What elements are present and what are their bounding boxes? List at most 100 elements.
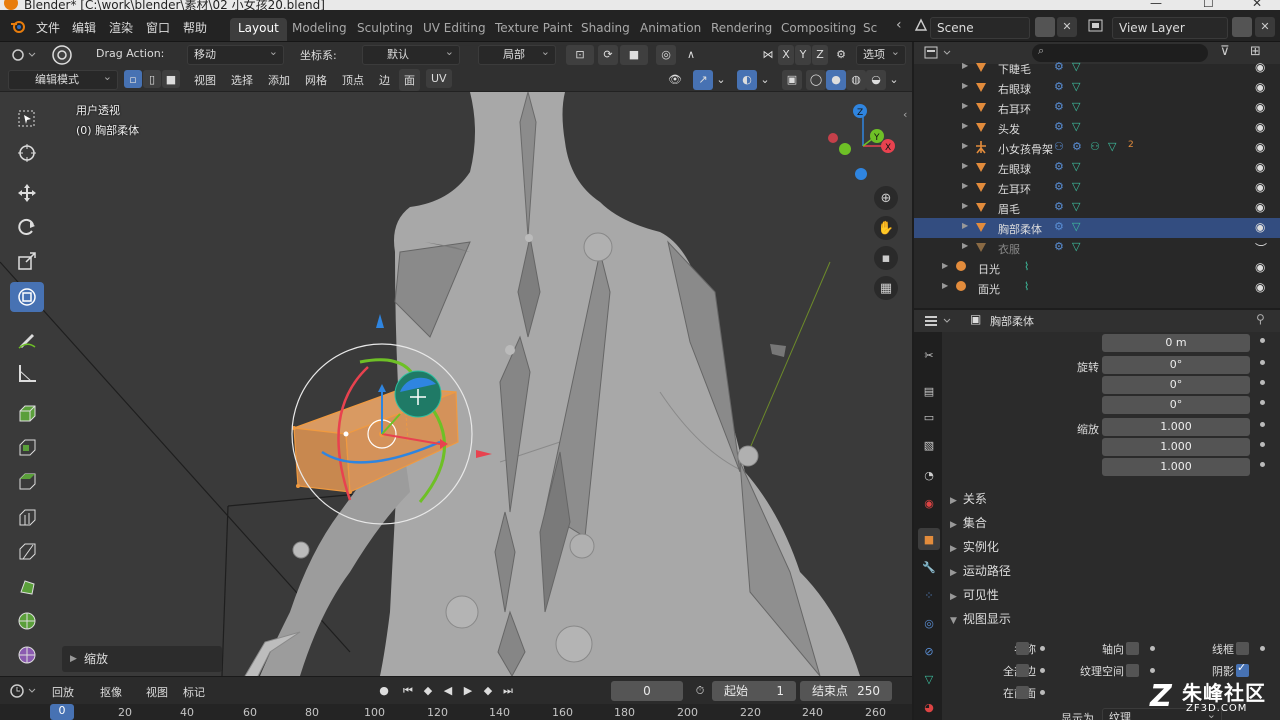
zoom-icon[interactable]: ⊕ (874, 186, 898, 210)
keyframe-dot[interactable] (1260, 422, 1265, 427)
tool-knife[interactable] (10, 536, 44, 566)
modifier-icon[interactable]: ⚙ (1054, 80, 1064, 93)
mesh-data-icon[interactable]: ▽ (1072, 180, 1080, 193)
panel-motion-paths[interactable]: ▶ 运动路径 (950, 562, 1276, 584)
armature-data-icon[interactable]: ⚇ (1054, 140, 1064, 153)
outliner-row[interactable]: ▶ 左耳环 ⚙ ▽ ◉ (914, 178, 1280, 198)
modifier-icon[interactable]: ⚙ (1054, 60, 1064, 73)
outliner-row[interactable]: ▶ 头发 ⚙ ▽ ◉ (914, 118, 1280, 138)
tool-spin[interactable] (10, 606, 44, 636)
outliner-row[interactable]: ▶ 面光 ⌇ ◉ (914, 278, 1280, 298)
rotation-x-field[interactable]: 0° (1102, 356, 1250, 374)
sidebar-toggle-icon[interactable]: ‹ (903, 108, 907, 121)
menu-timeline-view[interactable]: 视图 (146, 684, 168, 700)
delete-view-layer-icon[interactable]: ✕ (1255, 17, 1275, 37)
menu-render[interactable]: 渲染 (109, 19, 133, 36)
expand-arrow-icon[interactable]: ▶ (962, 221, 968, 230)
panel-viewport-display[interactable]: ▼ 视图显示 (950, 610, 1276, 632)
material-tab-icon[interactable]: ◕ (918, 696, 940, 718)
scale-x-field[interactable]: 1.000 (1102, 418, 1250, 436)
pin-icon[interactable]: ⚲ (1256, 312, 1265, 326)
outliner-item-name[interactable]: 小女孩骨架 (998, 141, 1053, 157)
tool-cursor[interactable] (10, 138, 44, 168)
constraints-tab-icon[interactable]: ⊘ (918, 640, 940, 662)
vertex-select-icon[interactable]: ▫ (124, 70, 142, 88)
expand-arrow-icon[interactable]: ▶ (942, 281, 948, 290)
keyframe-dot[interactable] (1260, 360, 1265, 365)
drag-action-dropdown[interactable]: 移动 (187, 43, 284, 65)
perspective-grid-icon[interactable]: ▦ (874, 276, 898, 300)
play-reverse-icon[interactable]: ◀ (438, 681, 458, 701)
eye-icon[interactable]: ◉ (1255, 120, 1265, 134)
mirror-x-toggle[interactable]: X (778, 45, 794, 65)
record-icon[interactable]: ● (374, 681, 394, 701)
outliner-row[interactable]: ▶ 左眼球 ⚙ ▽ ◉ (914, 158, 1280, 178)
scale-z-field[interactable]: 1.000 (1102, 458, 1250, 476)
preview-range-icon[interactable]: ⏱ (690, 681, 710, 701)
menu-marker[interactable]: 标记 (183, 684, 205, 700)
outliner-item-name[interactable]: 面光 (978, 281, 1000, 297)
outliner-item-name[interactable]: 右眼球 (998, 81, 1031, 97)
new-scene-button[interactable] (1035, 17, 1055, 37)
menu-view[interactable]: 视图 (194, 72, 216, 88)
menu-face[interactable]: 面 (399, 69, 420, 91)
menu-edge[interactable]: 边 (379, 72, 390, 88)
menu-keying[interactable]: 抠像 (100, 684, 122, 700)
menu-add[interactable]: 添加 (268, 72, 290, 88)
particles-tab-icon[interactable]: ⁘ (918, 584, 940, 606)
outliner-row[interactable]: ▶ 右眼球 ⚙ ▽ ◉ (914, 78, 1280, 98)
prev-keyframe-icon[interactable]: ◆ (418, 681, 438, 701)
tool-scale[interactable] (10, 246, 44, 276)
outliner-row[interactable]: ▶ 胸部柔体 ⚙ ▽ ◉ (914, 218, 1280, 238)
expand-arrow-icon[interactable]: ▶ (962, 101, 968, 110)
mesh-data-icon[interactable]: ▽ (1072, 220, 1080, 233)
outliner-row[interactable]: ▶ 下睫毛 ⚙ ▽ ◉ (914, 58, 1280, 78)
modifier-icon[interactable]: ⚙ (1054, 120, 1064, 133)
current-frame-field[interactable]: 0 (611, 681, 683, 701)
eye-icon[interactable]: ◉ (1255, 140, 1265, 154)
tab-compositing[interactable]: Compositing (773, 18, 864, 41)
tab-rendering[interactable]: Rendering (703, 18, 780, 41)
tab-modeling[interactable]: Modeling (284, 18, 355, 41)
outliner-item-name[interactable]: 日光 (978, 261, 1000, 277)
tab-uv-editing[interactable]: UV Editing (415, 18, 494, 41)
all-edges-checkbox[interactable] (1016, 664, 1029, 677)
mesh-options-icon[interactable]: ⚙ (832, 45, 850, 65)
keyframe-dot[interactable] (1260, 462, 1265, 467)
tab-layout[interactable]: Layout (230, 18, 287, 41)
eye-icon[interactable]: ◉ (1255, 100, 1265, 114)
mirror-y-toggle[interactable]: Y (795, 45, 811, 65)
keyframe-dot[interactable] (1260, 646, 1265, 651)
eye-icon[interactable]: ◉ (1255, 200, 1265, 214)
outliner-item-name[interactable]: 胸部柔体 (998, 221, 1042, 237)
mesh-data-icon[interactable]: ▽ (1108, 140, 1116, 153)
mesh-data-icon[interactable]: ▽ (1072, 160, 1080, 173)
outliner-item-name[interactable]: 眉毛 (998, 201, 1020, 217)
shadow-checkbox[interactable] (1236, 661, 1249, 677)
auto-merge-icon[interactable]: ⟳ (598, 45, 618, 65)
tab-scripting[interactable]: Sc (855, 18, 885, 41)
modifier-icon[interactable]: ⚙ (1054, 240, 1064, 253)
edge-select-icon[interactable]: ▯ (143, 70, 161, 88)
tool-tab-icon[interactable]: ✂ (918, 344, 940, 366)
mesh-data-icon[interactable]: ▽ (1072, 60, 1080, 73)
hidden-eye-icon[interactable]: ︶ (1255, 240, 1267, 257)
mesh-data-icon[interactable]: ▽ (1072, 240, 1080, 253)
minimize-button[interactable]: — (1150, 0, 1162, 10)
mesh-data-icon[interactable]: ▽ (1072, 120, 1080, 133)
light-data-icon[interactable]: ⌇ (1024, 260, 1029, 273)
expand-arrow-icon[interactable]: ▶ (962, 121, 968, 130)
play-icon[interactable]: ▶ (458, 681, 478, 701)
rotation-y-field[interactable]: 0° (1102, 376, 1250, 394)
outliner-item-name[interactable]: 下睫毛 (998, 61, 1031, 77)
expand-arrow-icon[interactable]: ▶ (942, 261, 948, 270)
menu-file[interactable]: 文件 (36, 19, 60, 36)
keyframe-dot[interactable] (1260, 380, 1265, 385)
keyframe-dot[interactable] (1150, 668, 1155, 673)
keyframe-dot[interactable] (1260, 400, 1265, 405)
snap-target-icon[interactable]: ⊡ (566, 45, 594, 65)
editor-type-icon[interactable] (10, 46, 36, 64)
mesh-data-icon[interactable]: ▽ (1072, 200, 1080, 213)
expand-arrow-icon[interactable]: ▶ (962, 61, 968, 70)
shading-rendered-icon[interactable]: ◒ (866, 70, 886, 90)
